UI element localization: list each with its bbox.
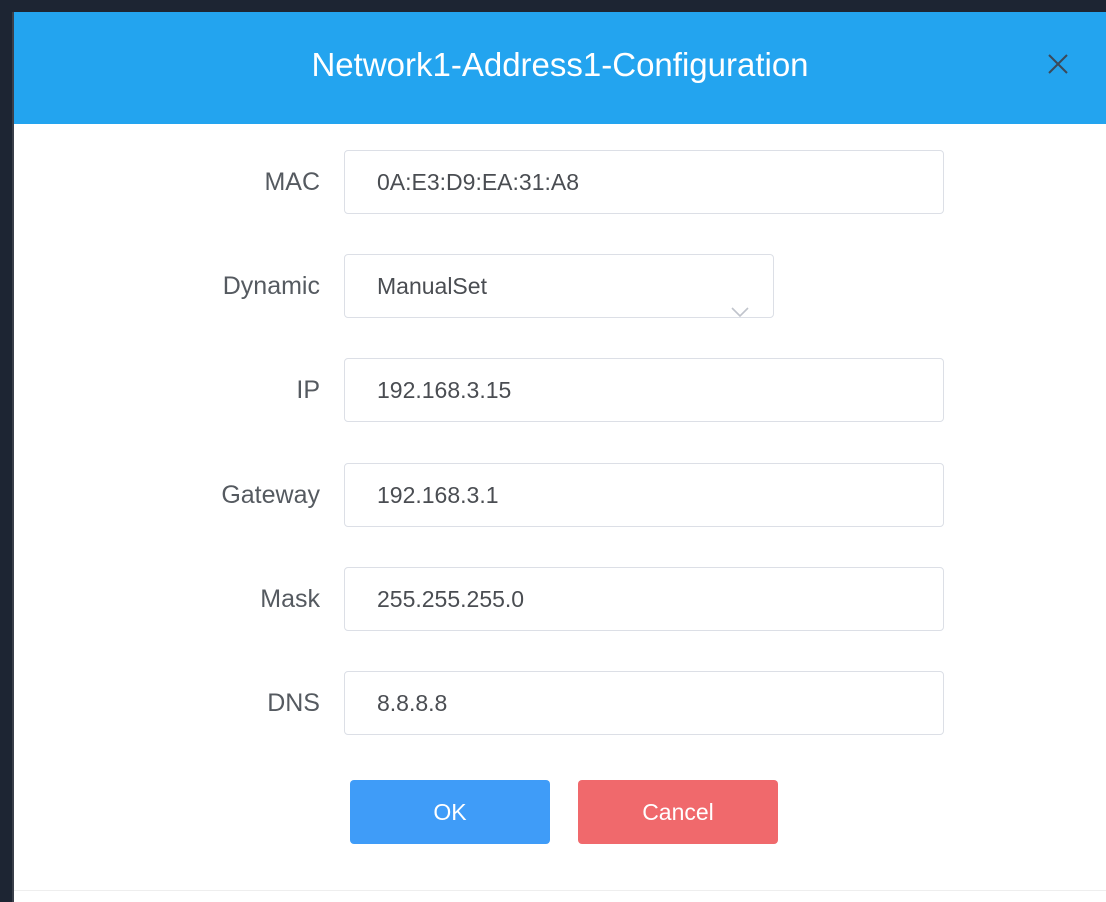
gateway-label: Gateway: [221, 481, 320, 509]
dns-label: DNS: [267, 689, 320, 717]
dialog-title: Network1-Address1-Configuration: [311, 46, 809, 83]
mac-field[interactable]: [344, 150, 944, 214]
dns-field[interactable]: [344, 671, 944, 735]
form-row-dns: DNS: [14, 671, 1106, 735]
dynamic-label: Dynamic: [222, 272, 320, 300]
form-row-gateway: Gateway: [14, 463, 1106, 527]
form-row-mask: Mask: [14, 567, 1106, 631]
dynamic-select[interactable]: ManualSet: [344, 254, 774, 318]
ip-label: IP: [296, 376, 320, 404]
form-row-ip: IP: [14, 358, 1106, 422]
ip-field[interactable]: [344, 358, 944, 422]
form-row-mac: MAC: [14, 150, 1106, 214]
close-icon[interactable]: [1044, 50, 1072, 78]
cancel-button[interactable]: Cancel: [578, 780, 778, 844]
footer-divider: [14, 890, 1106, 891]
network-config-dialog: Network1-Address1-Configuration MAC Dyna…: [12, 12, 1106, 902]
mac-label: MAC: [264, 168, 320, 196]
mask-label: Mask: [260, 585, 320, 613]
mask-field[interactable]: [344, 567, 944, 631]
gateway-field[interactable]: [344, 463, 944, 527]
dialog-header: Network1-Address1-Configuration: [14, 12, 1106, 124]
dynamic-selected-value: ManualSet: [377, 273, 487, 299]
ok-button[interactable]: OK: [350, 780, 550, 844]
form-row-dynamic: Dynamic ManualSet: [14, 254, 1106, 318]
chevron-down-icon: [731, 279, 749, 318]
